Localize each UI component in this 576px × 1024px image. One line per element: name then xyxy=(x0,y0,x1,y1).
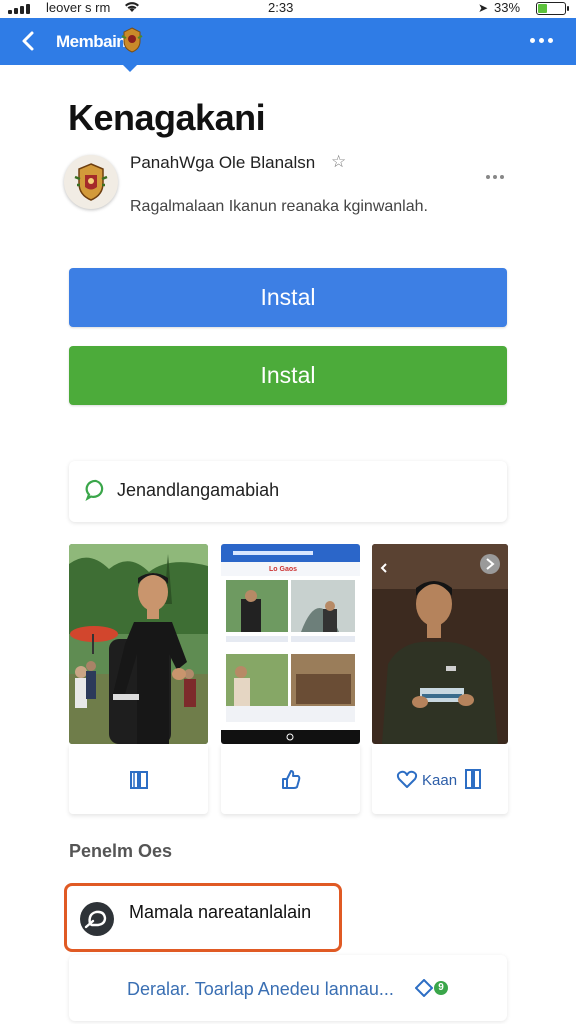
battery-percent: 33% xyxy=(494,0,521,15)
back-button[interactable] xyxy=(14,26,44,56)
screenshot-3-action[interactable]: Kaan xyxy=(372,744,508,814)
book-open-icon xyxy=(129,771,148,789)
emblem-icon xyxy=(120,26,144,54)
wifi-icon xyxy=(124,1,140,16)
screenshot-2-action[interactable] xyxy=(221,744,360,814)
screenshot-1-action[interactable] xyxy=(69,744,208,814)
clock: 2:33 xyxy=(268,0,294,15)
screenshot-3-label: Kaan xyxy=(422,772,458,789)
app-bar: Membain xyxy=(0,18,576,72)
screenshot-3[interactable] xyxy=(372,544,508,744)
highlighted-review[interactable]: Mamala nareatanlalain xyxy=(64,883,342,952)
chat-bubble-icon xyxy=(85,479,104,501)
battery-icon xyxy=(536,2,569,15)
brand-title: Membain xyxy=(56,32,127,51)
screenshot-1[interactable] xyxy=(69,544,208,744)
reviews-footer-card[interactable]: Deralar. Toarlap Anedeu lannau... 9 xyxy=(69,955,507,1021)
install-button-secondary[interactable]: Instal xyxy=(69,346,507,405)
location-arrow-icon: ➤ xyxy=(478,1,489,15)
app-description: Ragalmalaan Ikanun reanaka kginwanlah. xyxy=(130,198,428,215)
review-text: Mamala nareatanlalain xyxy=(129,902,312,922)
crest-icon xyxy=(74,163,108,201)
info-card[interactable]: Jenandlangamabiah xyxy=(69,461,507,522)
thumbs-up-icon xyxy=(281,770,300,789)
chevron-left-icon xyxy=(22,31,34,51)
more-options-button[interactable] xyxy=(528,30,554,50)
signal-icon xyxy=(8,4,30,14)
phone-screen-image xyxy=(221,544,360,744)
chat-arrow-icon xyxy=(84,910,107,929)
status-dot-icon: 9 xyxy=(434,981,448,995)
carrier-label: leover s rm xyxy=(46,0,111,15)
footer-link[interactable]: Deralar. Toarlap Anedeu lannau... xyxy=(127,979,394,1000)
more-options-icon[interactable] xyxy=(486,175,510,181)
outdoor-photo-image xyxy=(69,544,208,744)
diamond-icon xyxy=(415,979,433,997)
reviews-title: Penelm Oes xyxy=(69,841,173,861)
app-title: Kenagakani xyxy=(68,97,266,138)
heart-icon xyxy=(396,770,418,788)
status-bar: leover s rm 2:33 ➤ 33% xyxy=(0,0,576,18)
developer-logo[interactable] xyxy=(64,155,118,209)
indoor-photo-image xyxy=(372,544,508,744)
install-button-primary[interactable]: Instal xyxy=(69,268,507,327)
developer-name[interactable]: PanahWga Ole Blanalsn xyxy=(130,153,315,173)
info-label: Jenandlangamabiah xyxy=(117,480,280,500)
book-icon xyxy=(465,769,481,789)
star-icon[interactable]: ☆ xyxy=(331,152,346,172)
phone-screen-title: Lo Gaos xyxy=(269,566,298,573)
reviewer-avatar xyxy=(80,902,114,936)
header-notch xyxy=(123,65,137,72)
screenshot-2[interactable]: Lo Gaos xyxy=(221,544,360,744)
